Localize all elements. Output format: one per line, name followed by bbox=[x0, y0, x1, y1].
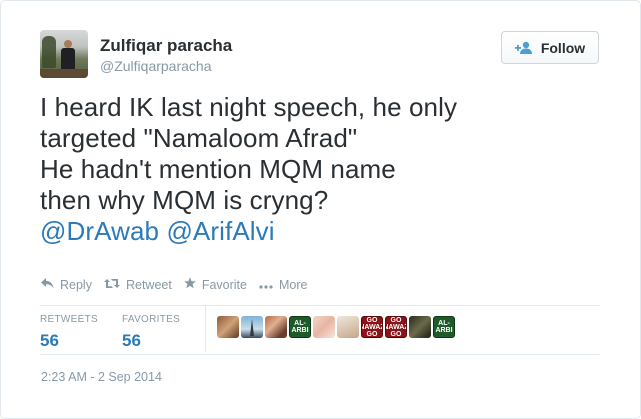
more-label: More bbox=[278, 277, 308, 292]
favoriter-logo-text: AL-ARBI bbox=[435, 320, 453, 334]
retweet-label: Retweet bbox=[125, 277, 172, 292]
favoriter-logo-text: AL-ARBI bbox=[291, 320, 309, 334]
reply-label: Reply bbox=[60, 277, 92, 292]
favoriter-logo-text: GO NAWAZ GO bbox=[362, 316, 382, 338]
tweet-stats: RETWEETS 56 FAVORITES 56 bbox=[40, 314, 204, 351]
mention-link[interactable]: @ArifAlvi bbox=[166, 216, 274, 246]
retweets-count: 56 bbox=[40, 331, 59, 350]
follow-button-label: Follow bbox=[540, 39, 586, 56]
favoriter-avatar[interactable]: AL-ARBI bbox=[289, 316, 311, 338]
avatar-person-body bbox=[61, 48, 75, 70]
favoriters-avatars: AL-ARBI GO NAWAZ GO GO NAWAZ GO AL-ARBI bbox=[217, 316, 457, 338]
favoriter-logo-text: GO NAWAZ GO bbox=[386, 316, 406, 338]
person-add-icon bbox=[514, 41, 533, 55]
tweet-line: He hadn't mention MQM name bbox=[40, 154, 396, 184]
favoriter-avatar[interactable]: GO NAWAZ GO bbox=[361, 316, 383, 338]
favoriter-avatar[interactable]: AL-ARBI bbox=[433, 316, 455, 338]
star-icon bbox=[184, 277, 196, 292]
avatar-person-head bbox=[64, 40, 72, 48]
reply-icon bbox=[41, 277, 54, 292]
more-dots-icon bbox=[259, 278, 273, 292]
reply-button[interactable]: Reply bbox=[41, 277, 92, 292]
favorites-stat[interactable]: FAVORITES 56 bbox=[122, 314, 204, 351]
tweet-line: targeted "Namaloom Afrad" bbox=[40, 123, 358, 153]
mention-link[interactable]: @DrAwab bbox=[40, 216, 159, 246]
avatar-tree bbox=[42, 36, 56, 68]
more-button[interactable]: More bbox=[259, 278, 307, 292]
favorite-button[interactable]: Favorite bbox=[184, 277, 247, 292]
tower-icon bbox=[250, 319, 254, 336]
retweet-button[interactable]: Retweet bbox=[103, 277, 172, 292]
favoriter-avatar[interactable] bbox=[265, 316, 287, 338]
tweet-text: I heard IK last night speech, he only ta… bbox=[40, 92, 600, 247]
tweet-mentions-line: @DrAwab @ArifAlvi bbox=[40, 216, 600, 247]
favoriter-avatar[interactable] bbox=[337, 316, 359, 338]
tweet-card: Zulfiqar paracha @Zulfiqarparacha Follow… bbox=[0, 0, 641, 419]
favorites-count: 56 bbox=[122, 331, 141, 350]
divider bbox=[40, 354, 600, 355]
follow-button[interactable]: Follow bbox=[501, 31, 599, 64]
tweet-timestamp[interactable]: 2:23 AM - 2 Sep 2014 bbox=[41, 370, 162, 384]
favoriter-avatar[interactable]: GO NAWAZ GO bbox=[385, 316, 407, 338]
retweet-icon bbox=[103, 278, 120, 292]
favoriter-avatar[interactable] bbox=[409, 316, 431, 338]
favorites-label: FAVORITES bbox=[122, 314, 181, 325]
tweet-line: I heard IK last night speech, he only bbox=[40, 92, 458, 122]
favoriter-avatar[interactable] bbox=[217, 316, 239, 338]
stats-separator bbox=[205, 306, 206, 352]
tweet-header: Zulfiqar paracha @Zulfiqarparacha bbox=[40, 30, 232, 80]
favorite-label: Favorite bbox=[201, 277, 247, 292]
retweets-label: RETWEETS bbox=[40, 314, 98, 325]
tweet-line: then why MQM is cryng? bbox=[40, 185, 329, 215]
user-names: Zulfiqar paracha @Zulfiqarparacha bbox=[100, 36, 232, 75]
avatar-ground bbox=[40, 69, 88, 78]
divider bbox=[40, 305, 600, 306]
favoriter-avatar[interactable] bbox=[313, 316, 335, 338]
display-name[interactable]: Zulfiqar paracha bbox=[100, 36, 232, 56]
retweets-stat[interactable]: RETWEETS 56 bbox=[40, 314, 122, 351]
user-handle[interactable]: @Zulfiqarparacha bbox=[100, 57, 232, 75]
avatar[interactable] bbox=[40, 30, 88, 78]
tweet-actions: Reply Retweet Favorite More bbox=[41, 277, 319, 292]
favoriter-avatar[interactable] bbox=[241, 316, 263, 338]
